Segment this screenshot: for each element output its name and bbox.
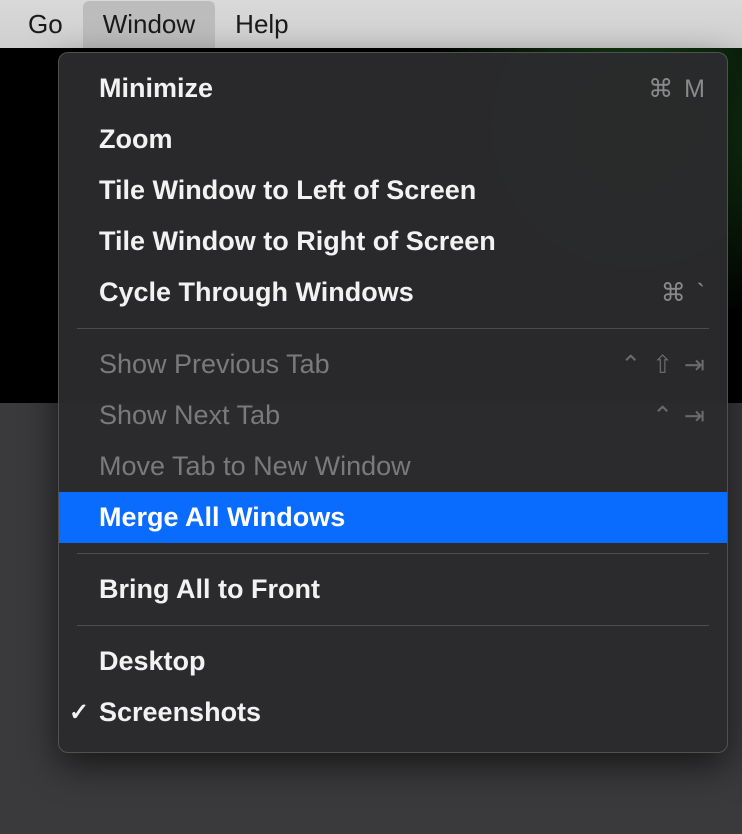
menu-item-label: Zoom [99, 124, 707, 155]
menu-separator [77, 553, 709, 554]
menu-item-cycle-windows[interactable]: Cycle Through Windows ⌘ ` [59, 267, 727, 318]
menu-item-minimize[interactable]: Minimize ⌘ M [59, 63, 727, 114]
window-menu-dropdown: Minimize ⌘ M Zoom Tile Window to Left of… [58, 52, 728, 753]
menu-separator [77, 328, 709, 329]
menu-item-label: Desktop [99, 646, 707, 677]
menu-item-shortcut: ⌘ M [648, 74, 707, 104]
menu-item-label: Bring All to Front [99, 574, 707, 605]
menu-item-label: Tile Window to Left of Screen [99, 175, 707, 206]
checkmark-icon: ✓ [69, 698, 89, 727]
menubar-label: Window [103, 9, 195, 39]
menu-item-move-tab-new-window: Move Tab to New Window [59, 441, 727, 492]
menu-item-window-desktop[interactable]: Desktop [59, 636, 727, 687]
menubar: Go Window Help [0, 0, 742, 48]
menu-item-label: Show Previous Tab [99, 349, 620, 380]
menu-item-label: Tile Window to Right of Screen [99, 226, 707, 257]
menu-item-shortcut: ⌘ ` [661, 278, 707, 308]
menu-item-tile-left[interactable]: Tile Window to Left of Screen [59, 165, 727, 216]
menu-item-label: Show Next Tab [99, 400, 652, 431]
menu-separator [77, 625, 709, 626]
menu-item-window-screenshots[interactable]: ✓ Screenshots [59, 687, 727, 738]
menubar-item-help[interactable]: Help [215, 1, 308, 48]
menu-item-tile-right[interactable]: Tile Window to Right of Screen [59, 216, 727, 267]
menu-item-label: Cycle Through Windows [99, 277, 661, 308]
menu-item-merge-all-windows[interactable]: Merge All Windows [59, 492, 727, 543]
menubar-label: Help [235, 9, 288, 39]
menu-item-label: Screenshots [99, 697, 707, 728]
menubar-label: Go [28, 9, 63, 39]
menu-item-show-next-tab: Show Next Tab ⌃ ⇥ [59, 390, 727, 441]
menu-item-shortcut: ⌃ ⇥ [652, 401, 707, 431]
menu-item-label: Merge All Windows [99, 502, 707, 533]
menu-item-zoom[interactable]: Zoom [59, 114, 727, 165]
menu-item-label: Minimize [99, 73, 648, 104]
menu-item-label: Move Tab to New Window [99, 451, 707, 482]
menu-item-shortcut: ⌃ ⇧ ⇥ [620, 350, 707, 380]
menu-item-show-previous-tab: Show Previous Tab ⌃ ⇧ ⇥ [59, 339, 727, 390]
menubar-item-window[interactable]: Window [83, 1, 215, 48]
menu-item-bring-all-to-front[interactable]: Bring All to Front [59, 564, 727, 615]
menubar-item-go[interactable]: Go [8, 1, 83, 48]
